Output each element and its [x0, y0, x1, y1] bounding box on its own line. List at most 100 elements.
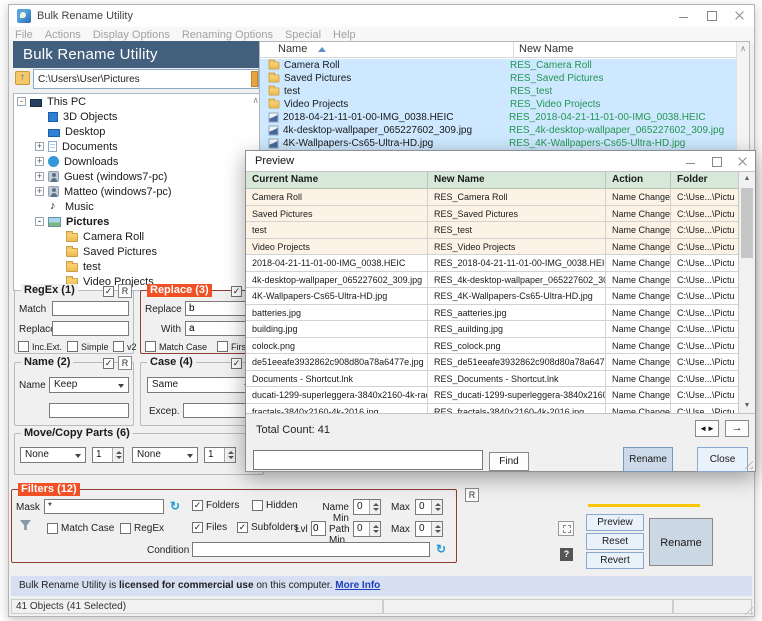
- preview-row[interactable]: 2018-04-21-11-01-00-IMG_0038.HEIC RES_20…: [246, 255, 740, 272]
- preview-row[interactable]: colock.png RES_colock.png Name Change C:…: [246, 337, 740, 354]
- condition-input[interactable]: [192, 542, 430, 557]
- arrow-right-icon[interactable]: →: [725, 420, 749, 437]
- preview-row[interactable]: 4k-desktop-wallpaper_065227602_309.jpg R…: [246, 271, 740, 288]
- filters-match-case-checkbox[interactable]: Match Case: [47, 523, 114, 534]
- column-divider[interactable]: [513, 42, 514, 58]
- name-enable-checkbox[interactable]: [103, 358, 114, 369]
- layout-toggle-button[interactable]: [558, 521, 574, 536]
- move-copy-count-1[interactable]: 1: [92, 447, 124, 463]
- files-checkbox[interactable]: Files: [192, 522, 227, 533]
- dialog-maximize-icon[interactable]: [703, 151, 729, 171]
- tree-expander-icon[interactable]: +: [35, 172, 44, 181]
- dialog-close-icon[interactable]: [729, 151, 755, 171]
- mask-input[interactable]: [44, 499, 164, 514]
- col-action[interactable]: Action: [606, 172, 671, 189]
- v2-checkbox[interactable]: v2: [113, 341, 137, 352]
- regex-replace-input[interactable]: [52, 321, 129, 336]
- more-info-link[interactable]: More Info: [335, 580, 380, 591]
- name-max-spinner[interactable]: 0: [415, 499, 443, 515]
- tree-item[interactable]: Desktop: [14, 124, 262, 139]
- tree-expander-icon[interactable]: -: [17, 97, 26, 106]
- scroll-thumb[interactable]: [741, 188, 753, 258]
- tree-expander-icon[interactable]: [35, 202, 44, 211]
- minimize-icon[interactable]: [670, 5, 698, 27]
- scroll-up-icon[interactable]: ▲: [739, 172, 755, 186]
- file-row[interactable]: Camera Roll RES_Camera Roll: [260, 59, 736, 72]
- move-copy-select-1[interactable]: None: [20, 447, 86, 463]
- lvl-input[interactable]: [311, 521, 326, 536]
- preview-row[interactable]: fractals-3840x2160-4k-2016.jpg RES_fract…: [246, 403, 740, 413]
- move-copy-count-2[interactable]: 1: [204, 447, 236, 463]
- preview-row[interactable]: batteries.jpg RES_aatteries.jpg Name Cha…: [246, 304, 740, 321]
- tree-expander-icon[interactable]: [53, 247, 62, 256]
- tree-item[interactable]: Camera Roll: [14, 229, 262, 244]
- case-enable-checkbox[interactable]: [231, 358, 242, 369]
- filters-reset-button[interactable]: R: [465, 488, 479, 502]
- maximize-icon[interactable]: [698, 5, 726, 27]
- help-icon[interactable]: ?: [560, 548, 573, 561]
- file-row[interactable]: Saved Pictures RES_Saved Pictures: [260, 72, 736, 85]
- refresh-mask-icon[interactable]: ↻: [170, 499, 180, 513]
- tree-item[interactable]: test: [14, 259, 262, 274]
- tree-expander-icon[interactable]: [35, 127, 44, 136]
- preview-row[interactable]: Camera Roll RES_Camera Roll Name Change …: [246, 189, 740, 206]
- tree-scroll-up-icon[interactable]: ∧: [252, 95, 259, 106]
- col-folder[interactable]: Folder: [671, 172, 740, 189]
- preview-row[interactable]: 4K-Wallpapers-Cs65-Ultra-HD.jpg RES_4K-W…: [246, 288, 740, 305]
- preview-row[interactable]: de51eeafe3932862c908d80a78a6477e.jpg RES…: [246, 354, 740, 371]
- preview-scrollbar[interactable]: ▲ ▼: [738, 172, 755, 413]
- filters-regex-checkbox[interactable]: RegEx: [120, 523, 164, 534]
- address-dropdown-icon[interactable]: [251, 71, 258, 87]
- tree-item[interactable]: + Downloads: [14, 154, 262, 169]
- tree-expander-icon[interactable]: +: [35, 157, 44, 166]
- tree-expander-icon[interactable]: +: [35, 142, 44, 151]
- rename-button[interactable]: Rename: [649, 518, 713, 566]
- regex-reset-button[interactable]: R: [118, 284, 132, 298]
- file-row[interactable]: 2018-04-21-11-01-00-IMG_0038.HEIC RES_20…: [260, 111, 736, 124]
- column-fit-icon[interactable]: ◄►: [695, 420, 719, 437]
- tree-expander-icon[interactable]: [35, 112, 44, 121]
- regex-enable-checkbox[interactable]: [103, 286, 114, 297]
- up-folder-icon[interactable]: ↑: [15, 71, 30, 85]
- path-max-spinner[interactable]: 0: [415, 521, 443, 537]
- preview-row[interactable]: Saved Pictures RES_Saved Pictures Name C…: [246, 205, 740, 222]
- address-input[interactable]: [33, 69, 259, 89]
- tree-expander-icon[interactable]: -: [35, 217, 44, 226]
- preview-row[interactable]: building.jpg RES_auilding.jpg Name Chang…: [246, 321, 740, 338]
- replace-match-case-checkbox[interactable]: Match Case: [145, 341, 207, 352]
- revert-button[interactable]: Revert: [586, 552, 644, 569]
- column-header-new-name[interactable]: New Name: [519, 43, 573, 55]
- preview-row[interactable]: ducati-1299-superleggera-3840x2160-4k-ra…: [246, 387, 740, 404]
- first-checkbox[interactable]: First: [217, 341, 249, 352]
- refresh-condition-icon[interactable]: ↻: [436, 542, 446, 556]
- dialog-close-button[interactable]: Close: [697, 447, 748, 472]
- preview-row[interactable]: Video Projects RES_Video Projects Name C…: [246, 238, 740, 255]
- tree-expander-icon[interactable]: [53, 232, 62, 241]
- tree-item[interactable]: + Guest (windows7-pc): [14, 169, 262, 184]
- name-reset-button[interactable]: R: [118, 356, 132, 370]
- file-row[interactable]: 4k-desktop-wallpaper_065227602_309.jpg R…: [260, 124, 736, 137]
- tree-item[interactable]: - This PC: [14, 94, 262, 109]
- move-copy-select-2[interactable]: None: [132, 447, 198, 463]
- find-input[interactable]: [253, 450, 483, 470]
- file-row[interactable]: test RES_test: [260, 85, 736, 98]
- preview-row[interactable]: test RES_test Name Change C:\Use...\Pict…: [246, 222, 740, 239]
- file-row[interactable]: 4K-Wallpapers-Cs65-Ultra-HD.jpg RES_4K-W…: [260, 137, 736, 150]
- dialog-rename-button[interactable]: Rename: [623, 447, 673, 472]
- file-row[interactable]: Video Projects RES_Video Projects: [260, 98, 736, 111]
- tree-item[interactable]: - Pictures: [14, 214, 262, 229]
- reset-button[interactable]: Reset: [586, 533, 644, 550]
- tree-item[interactable]: Music: [14, 199, 262, 214]
- case-mode-select[interactable]: Same: [147, 377, 255, 393]
- scroll-down-icon[interactable]: ▼: [739, 399, 755, 413]
- inc-ext-checkbox[interactable]: Inc.Ext.: [18, 341, 62, 352]
- close-icon[interactable]: [726, 5, 754, 27]
- regex-match-input[interactable]: [52, 301, 129, 316]
- find-button[interactable]: Find: [489, 452, 529, 471]
- name-extra-input[interactable]: [49, 403, 129, 418]
- folders-checkbox[interactable]: Folders: [192, 500, 239, 511]
- dialog-minimize-icon[interactable]: [677, 151, 703, 171]
- tree-item[interactable]: + Matteo (windows7-pc): [14, 184, 262, 199]
- name-mode-select[interactable]: Keep: [49, 377, 129, 393]
- hidden-checkbox[interactable]: Hidden: [252, 500, 298, 511]
